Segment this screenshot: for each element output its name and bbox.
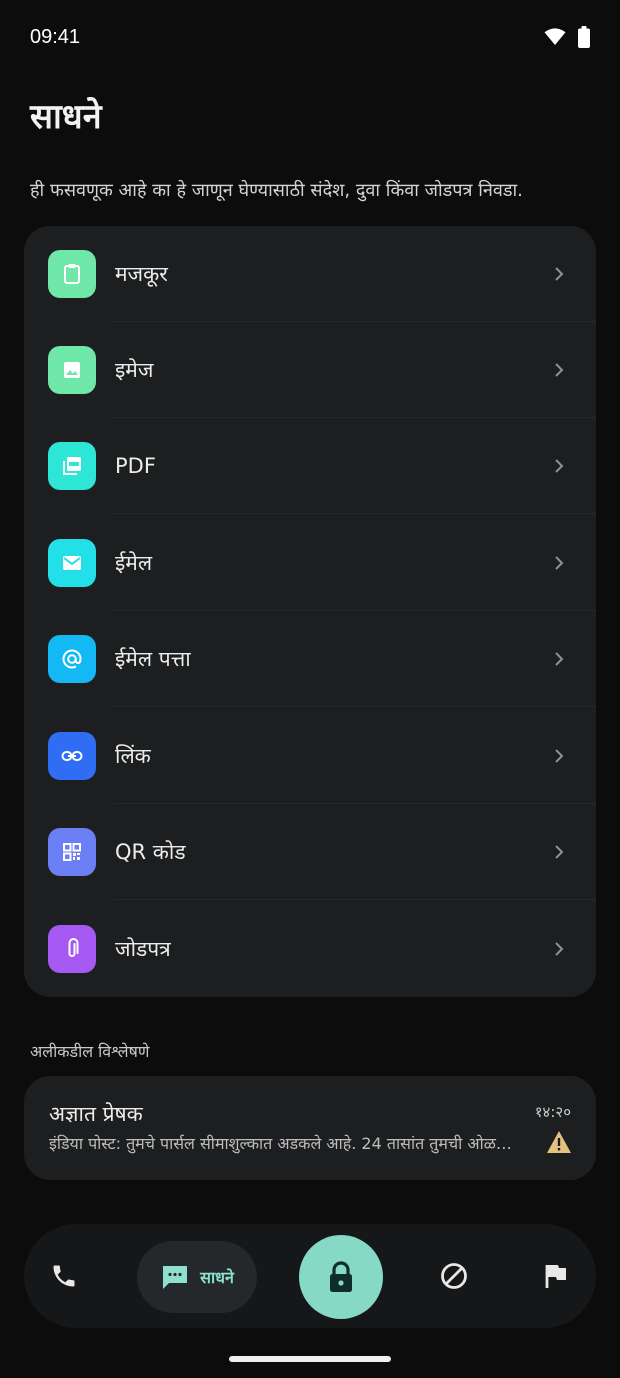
recent-sender: अज्ञात प्रेषक (49, 1102, 143, 1126)
tool-icon-tile (48, 828, 96, 876)
tool-icon-tile (48, 250, 96, 298)
nav-block[interactable] (414, 1224, 494, 1328)
chat-icon (163, 1266, 188, 1289)
recent-preview: इंडिया पोस्ट: तुमचे पार्सल सीमाशुल्कात अ… (49, 1134, 524, 1153)
recent-analysis-item[interactable]: अज्ञात प्रेषक १४:२० इंडिया पोस्ट: तुमचे … (24, 1076, 596, 1180)
chevron-right-icon (552, 457, 566, 475)
page-subtitle: ही फसवणूक आहे का हे जाणून घेण्यासाठी संद… (30, 180, 523, 201)
tool-row-text[interactable]: मजकूर (24, 226, 596, 322)
chevron-right-icon (552, 361, 566, 379)
chevron-right-icon (552, 747, 566, 765)
chevron-right-icon (552, 650, 566, 668)
tool-row-email[interactable]: ईमेल (24, 515, 596, 611)
tool-icon-tile (48, 346, 96, 394)
home-indicator[interactable] (229, 1356, 391, 1362)
mail-icon (63, 556, 81, 570)
at-sign-icon (62, 649, 82, 669)
link-icon (61, 751, 83, 761)
tool-icon-tile (48, 732, 96, 780)
recent-time: १४:२० (534, 1103, 571, 1121)
tool-row-email-address[interactable]: ईमेल पत्ता (24, 611, 596, 707)
tool-label: इमेज (115, 358, 154, 382)
tool-row-qr-code[interactable]: QR कोड (24, 804, 596, 900)
status-time: 09:41 (30, 26, 81, 48)
block-icon (441, 1263, 467, 1289)
tool-icon-tile (48, 442, 96, 490)
tool-label: QR कोड (115, 840, 186, 864)
battery-icon (578, 26, 590, 48)
chevron-right-icon (552, 265, 566, 283)
nav-tools[interactable]: साधने (137, 1241, 257, 1313)
tool-row-image[interactable]: इमेज (24, 322, 596, 418)
nav-tools-label: साधने (200, 1268, 234, 1287)
tool-icon-tile (48, 925, 96, 973)
row-divider (114, 513, 596, 514)
pdf-icon (63, 457, 81, 475)
tool-label: PDF (115, 454, 156, 478)
tool-label: जोडपत्र (115, 937, 171, 961)
recent-analyses-heading: अलीकडील विश्लेषणे (30, 1042, 150, 1061)
tool-row-attachment[interactable]: जोडपत्र (24, 901, 596, 997)
qr-code-icon (63, 843, 81, 861)
tool-row-pdf[interactable]: PDF (24, 418, 596, 514)
nav-phone[interactable] (24, 1224, 104, 1328)
tools-list: मजकूर इमेज PDF ईमेल ईमेल पत्ता लिंक QR क… (24, 226, 596, 997)
phone-icon (53, 1265, 75, 1287)
row-divider (114, 706, 596, 707)
status-icons (544, 26, 590, 48)
lock-icon (330, 1261, 352, 1292)
chevron-right-icon (552, 554, 566, 572)
tool-icon-tile (48, 539, 96, 587)
bottom-nav: साधने (24, 1224, 596, 1328)
image-icon (64, 362, 80, 378)
tool-label: ईमेल पत्ता (115, 647, 191, 671)
tool-row-link[interactable]: लिंक (24, 708, 596, 804)
tool-label: ईमेल (115, 551, 153, 575)
row-divider (114, 899, 596, 900)
warning-icon (547, 1131, 571, 1153)
page-title: साधने (30, 97, 102, 137)
clipboard-icon (64, 264, 80, 284)
tool-label: मजकूर (115, 262, 168, 286)
status-bar: 09:41 (0, 0, 620, 76)
flag-icon (545, 1265, 566, 1288)
nav-lock[interactable] (299, 1235, 383, 1319)
tool-label: लिंक (115, 744, 151, 768)
chevron-right-icon (552, 843, 566, 861)
chevron-right-icon (552, 940, 566, 958)
nav-report[interactable] (516, 1224, 596, 1328)
paperclip-icon (68, 938, 79, 957)
tool-icon-tile (48, 635, 96, 683)
wifi-icon (544, 28, 566, 45)
